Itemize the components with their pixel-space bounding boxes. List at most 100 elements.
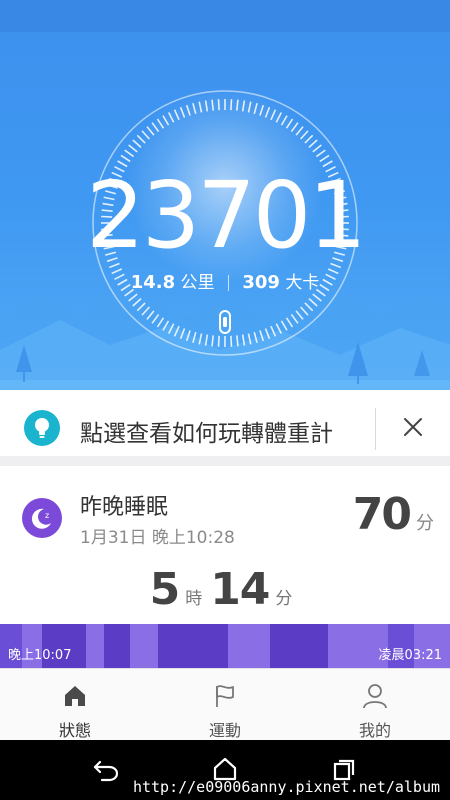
sleep-end-time: 凌晨03:21	[378, 648, 442, 663]
nav-tab-status[interactable]: 狀態	[0, 669, 150, 740]
sleep-score-value: 70	[352, 489, 412, 540]
dial-tick	[173, 109, 180, 121]
dial-tick	[211, 335, 214, 347]
dial-tick	[151, 313, 160, 324]
moon-icon: z	[22, 498, 62, 538]
dial-tick	[156, 317, 165, 328]
dial-tick	[156, 118, 165, 129]
dial-tick	[132, 298, 142, 307]
dial-tick	[253, 103, 258, 115]
dial-tick	[211, 99, 214, 111]
dial-tick	[204, 334, 209, 346]
dial-tick	[192, 103, 197, 115]
dial-tick	[247, 333, 252, 345]
deep-sleep-segment	[158, 624, 228, 668]
dial-tick	[290, 313, 299, 324]
dial-tick	[136, 134, 146, 144]
dial-tick	[179, 328, 186, 340]
dial-tick	[312, 144, 322, 153]
dial-tick	[295, 310, 304, 320]
deep-sleep-segment	[270, 624, 328, 668]
dial-tick	[308, 298, 318, 307]
dial-tick	[167, 112, 175, 123]
dial-tick	[304, 134, 314, 144]
sleep-score: 70 分	[353, 489, 434, 540]
dial-tick	[264, 106, 271, 118]
dial-tick	[192, 331, 197, 343]
lightbulb-icon	[24, 410, 60, 446]
dial-tick	[275, 112, 283, 123]
band-icon	[219, 310, 231, 334]
dial-tick	[141, 130, 150, 140]
dial-tick	[198, 333, 203, 345]
dial-tick	[141, 306, 150, 316]
back-icon[interactable]	[92, 758, 120, 782]
status-bar	[0, 0, 450, 32]
system-navigation-bar: http://e09006anny.pixnet.net/album	[0, 740, 450, 800]
light-sleep-segment	[86, 624, 104, 668]
sleep-start-time: 晚上10:07	[8, 648, 72, 663]
dial-tick	[312, 293, 322, 302]
dial-tick	[290, 122, 299, 133]
tip-card[interactable]: 點選查看如何玩轉體重計	[0, 390, 450, 466]
dial-tick	[124, 149, 135, 158]
dial-tick	[198, 101, 203, 113]
nav-label-profile: 我的	[358, 721, 391, 740]
dial-tick	[217, 99, 220, 111]
close-icon[interactable]	[398, 412, 428, 442]
deep-sleep-segment	[104, 624, 130, 668]
svg-text:z: z	[45, 511, 49, 520]
tip-text[interactable]: 點選查看如何玩轉體重計	[80, 414, 333, 448]
dial-tick	[236, 335, 239, 347]
calories-unit: 大卡	[285, 273, 320, 293]
dial-tick	[204, 100, 209, 112]
dial-tick	[162, 320, 170, 331]
dial-tick	[120, 154, 131, 163]
dial-tick	[136, 302, 146, 312]
sleep-stage-bar[interactable]: 晚上10:07 凌晨03:21	[0, 624, 450, 668]
watermark-text: http://e09006anny.pixnet.net/album	[132, 778, 440, 796]
home-icon	[65, 686, 85, 706]
step-count: 23701	[86, 162, 367, 269]
nav-tab-profile[interactable]: 我的	[300, 669, 450, 740]
dial-tick	[128, 144, 138, 153]
dial-tick	[319, 154, 330, 163]
dial-tick	[253, 331, 258, 343]
dial-tick	[300, 306, 309, 316]
dial-tick	[315, 149, 326, 158]
dial-tick	[308, 139, 318, 148]
calories-value: 309	[242, 272, 280, 293]
sleep-date: 1月31日 晚上10:28	[80, 528, 235, 548]
person-icon	[363, 684, 387, 709]
dial-tick	[285, 118, 294, 129]
dial-tick	[146, 126, 155, 136]
bottom-navigation: 狀態 運動 我的	[0, 668, 450, 740]
dial-tick	[132, 139, 142, 148]
flag-icon	[216, 685, 234, 707]
tip-divider	[375, 408, 376, 450]
dial-tick	[179, 106, 186, 118]
dial-tick	[259, 330, 265, 342]
sleep-minutes: 14	[210, 564, 270, 615]
activity-stats: 14.8 公里 309 大卡	[0, 268, 450, 293]
dial-tick	[280, 115, 288, 126]
dial-tick	[128, 293, 138, 302]
activity-hero[interactable]: 23701 14.8 公里 309 大卡	[0, 0, 450, 390]
dial-tick	[217, 335, 220, 347]
dial-tick	[275, 323, 283, 334]
dial-tick	[230, 335, 233, 347]
sleep-score-unit: 分	[416, 513, 434, 534]
dial-tick	[185, 104, 191, 116]
dial-tick	[146, 310, 155, 320]
dial-tick	[259, 104, 265, 116]
dial-tick	[270, 109, 277, 121]
nav-tab-exercise[interactable]: 運動	[150, 669, 300, 740]
dial-tick	[270, 325, 277, 337]
sleep-hours-unit: 時	[185, 589, 203, 609]
sleep-title: 昨晚睡眠	[80, 495, 169, 520]
dial-tick	[304, 302, 314, 312]
dial-tick	[247, 101, 252, 113]
dial-tick	[264, 328, 271, 340]
dial-tick	[230, 99, 233, 111]
sleep-card[interactable]: z 昨晚睡眠 1月31日 晚上10:28 70 分 5 時 14 分	[0, 476, 450, 626]
